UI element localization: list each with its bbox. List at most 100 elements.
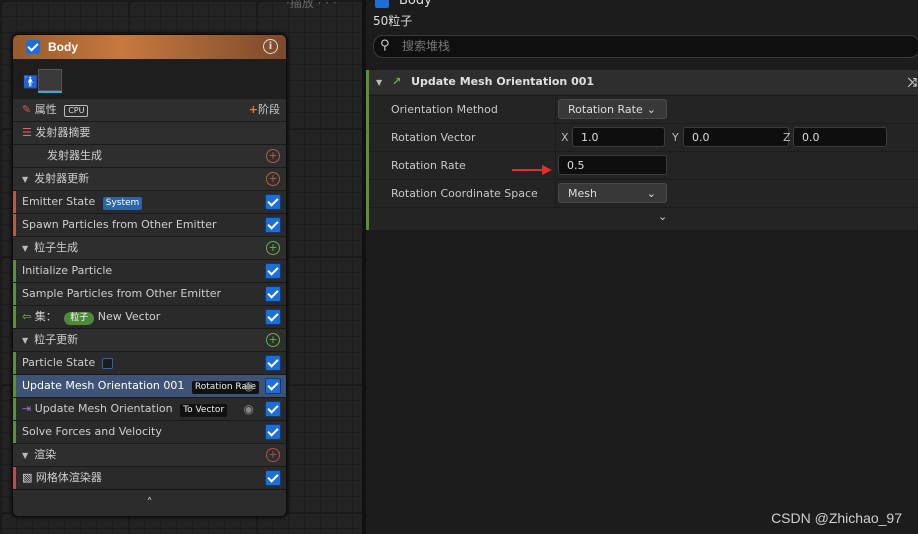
body-enable-checkbox[interactable]: [375, 0, 389, 8]
emitter-summary-label: 发射器摘要: [35, 126, 91, 139]
spawn-from-other-label: Spawn Particles from Other Emitter: [22, 218, 217, 231]
module-title: Update Mesh Orientation 001: [411, 75, 595, 88]
rotation-rate-label: Rotation Rate: [391, 159, 466, 172]
particle-update-label: 粒子更新: [34, 333, 79, 346]
emitter-update-label: 发射器更新: [34, 172, 90, 185]
list-icon: ☰: [22, 126, 32, 139]
emitter-thumbnail[interactable]: [38, 69, 62, 91]
particle-spawn-label: 粒子生成: [34, 241, 79, 254]
collapse-triangle-icon[interactable]: ▼: [22, 330, 28, 352]
row-color-bar: [13, 467, 16, 489]
module-enable-checkbox[interactable]: [265, 217, 281, 233]
initialize-particle-row[interactable]: Initialize Particle: [13, 260, 286, 283]
person-icon[interactable]: 🚹: [23, 75, 38, 89]
rotation-vector-x-input[interactable]: 1.0: [572, 127, 665, 147]
plus-icon: +: [248, 103, 258, 116]
row-color-bar: [13, 214, 16, 236]
module-enable-checkbox[interactable]: [265, 309, 281, 325]
solve-forces-row[interactable]: Solve Forces and Velocity: [13, 421, 286, 444]
add-module-icon[interactable]: +: [266, 448, 280, 462]
show-more-row[interactable]: ⌄: [369, 207, 918, 230]
search-input[interactable]: [400, 38, 904, 54]
module-enable-checkbox[interactable]: [265, 470, 281, 486]
rotation-vector-z-input[interactable]: 0.0: [793, 127, 887, 147]
cube-icon: ▧: [22, 471, 33, 484]
red-arrow-annotation: [512, 165, 552, 175]
module-enable-checkbox[interactable]: [265, 263, 281, 279]
x-axis-label: X: [561, 131, 569, 144]
coordinate-space-label: Rotation Coordinate Space: [391, 187, 538, 200]
module-enable-checkbox[interactable]: [265, 424, 281, 440]
set-new-vector-row[interactable]: ⇦ 集： 粒子 New Vector: [13, 306, 286, 329]
row-color-bar: [13, 283, 16, 305]
eye-icon[interactable]: ◉: [244, 398, 254, 420]
node-enable-checkbox[interactable]: [26, 40, 40, 54]
module-enable-checkbox[interactable]: [265, 194, 281, 210]
search-icon: ⚲: [380, 38, 390, 53]
collapse-triangle-icon[interactable]: ▼: [22, 445, 28, 467]
add-stage-button[interactable]: +阶段: [249, 99, 280, 121]
stage-label: 阶段: [258, 103, 280, 116]
rotation-vector-label: Rotation Vector: [391, 131, 476, 144]
module-enable-checkbox[interactable]: [265, 401, 281, 417]
render-row[interactable]: ▼ 渲染 +: [13, 444, 286, 467]
add-module-icon[interactable]: +: [266, 333, 280, 347]
state-dot-icon: [101, 357, 113, 369]
emitter-spawn-row[interactable]: 发射器生成 +: [13, 145, 286, 168]
emitter-state-label: Emitter State: [22, 195, 96, 208]
emitter-state-row[interactable]: Emitter State System: [13, 191, 286, 214]
update-mesh-orientation-001-row[interactable]: Update Mesh Orientation 001 Rotation Rat…: [13, 375, 286, 398]
chevron-down-icon[interactable]: ⌄: [658, 210, 667, 223]
emitter-update-row[interactable]: ▼ 发射器更新 +: [13, 168, 286, 191]
z-axis-label: Z: [783, 131, 791, 144]
info-icon[interactable]: i: [263, 39, 278, 54]
particle-update-row[interactable]: ▼ 粒子更新 +: [13, 329, 286, 352]
search-box[interactable]: ⚲: [373, 35, 918, 58]
eye-icon[interactable]: ◉: [244, 375, 254, 397]
orientation-method-value: Rotation Rate: [568, 103, 643, 116]
rotation-vector-y-input[interactable]: 0.0: [683, 127, 789, 147]
column-divider: [555, 124, 556, 151]
orientation-method-dropdown[interactable]: Rotation Rate ⌄: [558, 99, 667, 119]
module-header[interactable]: ▼ ↗ Update Mesh Orientation 001 ⤨: [369, 70, 918, 94]
y-axis-label: Y: [672, 131, 679, 144]
details-panel: Body 50粒子 ⚲ ▼ ↗ Update Mesh Orientation …: [366, 0, 918, 534]
update-mesh-label: Update Mesh Orientation: [34, 402, 173, 415]
spawn-from-other-row[interactable]: Spawn Particles from Other Emitter: [13, 214, 286, 237]
collapse-node-button[interactable]: ˄: [13, 489, 286, 516]
sample-from-other-row[interactable]: Sample Particles from Other Emitter: [13, 283, 286, 306]
set-label: 集：: [34, 310, 57, 323]
collapse-triangle-icon[interactable]: ▼: [22, 238, 28, 260]
collapse-triangle-icon[interactable]: ▼: [22, 169, 28, 191]
add-module-icon[interactable]: +: [266, 149, 280, 163]
module-enable-checkbox[interactable]: [265, 286, 281, 302]
add-module-icon[interactable]: +: [266, 172, 280, 186]
emitter-node[interactable]: Body i 🚹 ✎ 属性 CPU +阶段 ☰ 发射器摘要 发射器生成 + ▼ 发…: [12, 34, 287, 517]
properties-row[interactable]: ✎ 属性 CPU +阶段: [13, 99, 286, 122]
mesh-renderer-row[interactable]: ▧ 网格体渲染器: [13, 467, 286, 490]
particle-spawn-row[interactable]: ▼ 粒子生成 +: [13, 237, 286, 260]
rotation-rate-input[interactable]: 0.5: [558, 155, 667, 175]
coordinate-space-dropdown[interactable]: Mesh ⌄: [558, 183, 667, 203]
emitter-spawn-label: 发射器生成: [47, 149, 102, 162]
shuffle-icon[interactable]: ⤨: [907, 70, 917, 94]
node-header[interactable]: Body i: [13, 35, 286, 59]
module-enable-checkbox[interactable]: [265, 355, 281, 371]
module-icon: ↗: [392, 75, 402, 88]
add-module-icon[interactable]: +: [266, 241, 280, 255]
row-color-bar: [13, 375, 16, 397]
particle-state-row[interactable]: Particle State: [13, 352, 286, 375]
new-vector-label: New Vector: [97, 310, 161, 323]
particle-state-label: Particle State: [22, 356, 96, 369]
collapse-triangle-icon[interactable]: ▼: [376, 71, 382, 95]
brush-icon: ✎: [22, 103, 32, 116]
row-color-bar: [13, 191, 16, 213]
rotation-vector-row: Rotation Vector X 1.0 Y 0.0 Z 0.0: [369, 123, 918, 151]
update-mesh-orientation-row[interactable]: ⇥ Update Mesh Orientation To Vector ◉: [13, 398, 286, 421]
emitter-summary-row[interactable]: ☰ 发射器摘要: [13, 122, 286, 145]
update-mesh-001-label: Update Mesh Orientation 001: [22, 379, 185, 392]
module-enable-checkbox[interactable]: [265, 378, 281, 394]
particle-badge: 粒子: [64, 312, 95, 325]
system-badge: System: [102, 197, 143, 210]
orientation-method-label: Orientation Method: [391, 103, 498, 116]
